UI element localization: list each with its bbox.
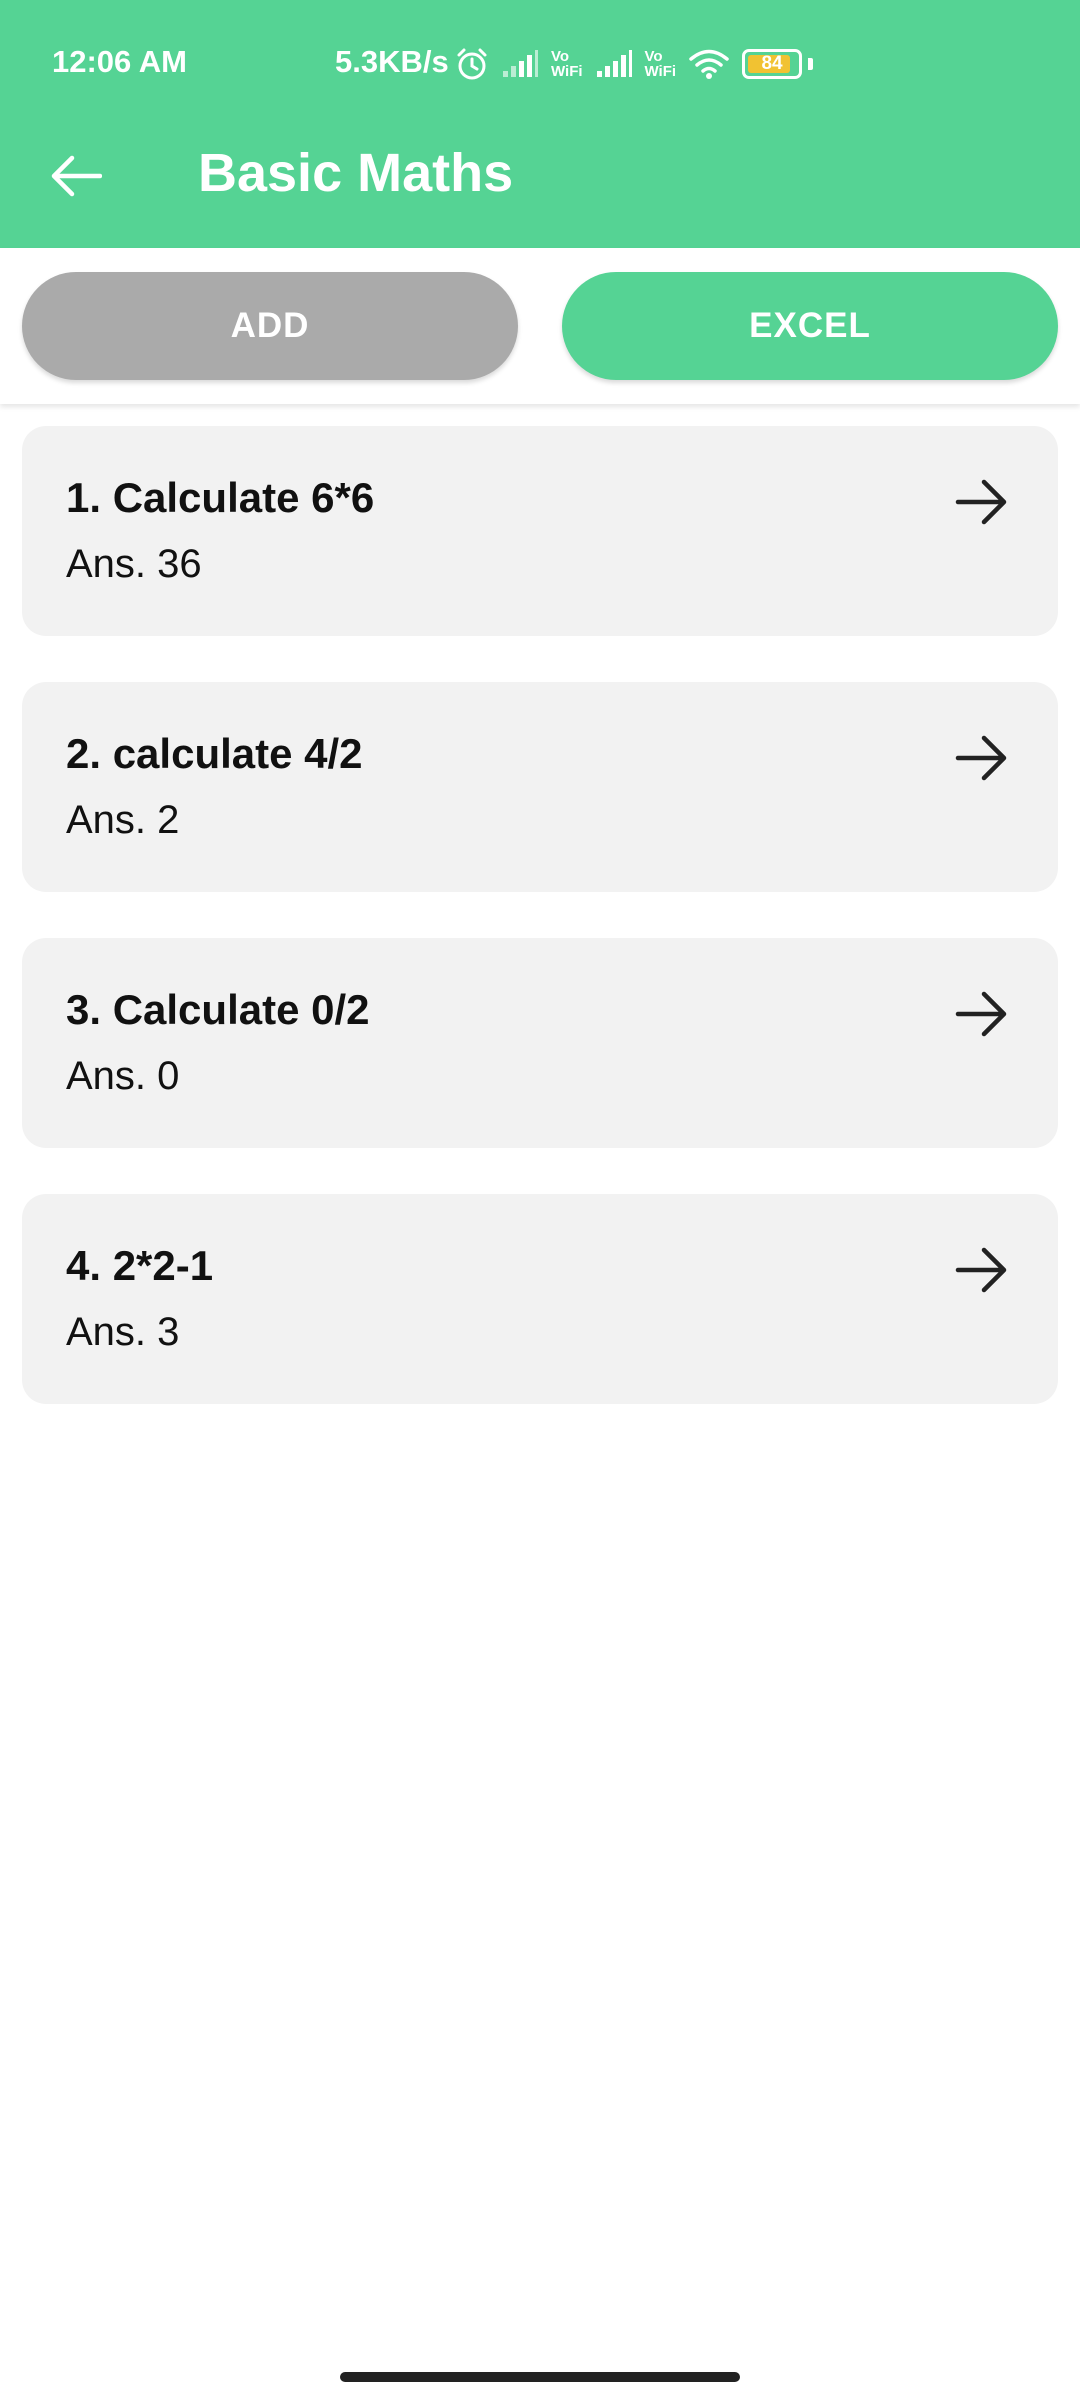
status-time: 12:06 AM (52, 44, 187, 79)
arrow-right-icon[interactable] (954, 730, 1010, 786)
header: 12:06 AM 5.3KB/s Vo WiFi Vo WiFi 84 Basi… (0, 0, 1080, 248)
question-card[interactable]: 3. Calculate 0/2 Ans. 0 (22, 938, 1058, 1148)
screen: 12:06 AM 5.3KB/s Vo WiFi Vo WiFi 84 Basi… (0, 0, 1080, 2400)
wifi-icon (688, 48, 730, 80)
vowifi-bottom-text: WiFi (551, 63, 583, 80)
action-row: ADD EXCEL (0, 248, 1080, 404)
signal-icon (595, 49, 633, 79)
question-text: 4. 2*2-1 (66, 1242, 214, 1289)
answer-text: Ans. 3 (66, 1310, 180, 1354)
arrow-right-icon[interactable] (954, 474, 1010, 530)
arrow-right-icon[interactable] (954, 1242, 1010, 1298)
page-title: Basic Maths (198, 143, 514, 203)
question-card[interactable]: 4. 2*2-1 Ans. 3 (22, 1194, 1058, 1404)
back-button[interactable] (44, 144, 108, 208)
network-speed: 5.3KB/s (335, 44, 449, 79)
question-text: 2. calculate 4/2 (66, 730, 363, 777)
battery-cap (808, 58, 814, 70)
answer-text: Ans. 2 (66, 798, 180, 842)
excel-button[interactable]: EXCEL (562, 272, 1058, 380)
question-card[interactable]: 1. Calculate 6*6 Ans. 36 (22, 426, 1058, 636)
arrow-left-icon (51, 155, 102, 197)
vowifi-top-text: Vo (551, 48, 570, 65)
alarm-icon (455, 47, 489, 81)
question-card[interactable]: 2. calculate 4/2 Ans. 2 (22, 682, 1058, 892)
signal-icon (501, 49, 539, 79)
arrow-right-icon[interactable] (954, 986, 1010, 1042)
vowifi-icon: Vo WiFi (645, 49, 677, 79)
question-text: 3. Calculate 0/2 (66, 986, 370, 1033)
question-list: 1. Calculate 6*6 Ans. 36 2. calculate 4/… (22, 426, 1058, 1450)
battery-level-text: 84 (761, 53, 783, 74)
battery-icon: 84 (742, 49, 803, 79)
answer-text: Ans. 0 (66, 1054, 180, 1098)
app-bar: Basic Maths (0, 120, 1080, 248)
vowifi-bottom-text: WiFi (644, 63, 677, 80)
vowifi-icon: Vo WiFi (551, 49, 583, 79)
answer-text: Ans. 36 (66, 542, 202, 586)
home-indicator[interactable] (340, 2372, 740, 2382)
add-button[interactable]: ADD (22, 272, 518, 380)
status-icons: Vo WiFi Vo WiFi 84 (455, 44, 814, 84)
question-text: 1. Calculate 6*6 (66, 474, 375, 521)
status-bar: 12:06 AM 5.3KB/s Vo WiFi Vo WiFi 84 (0, 0, 1080, 120)
vowifi-top-text: Vo (644, 48, 663, 65)
